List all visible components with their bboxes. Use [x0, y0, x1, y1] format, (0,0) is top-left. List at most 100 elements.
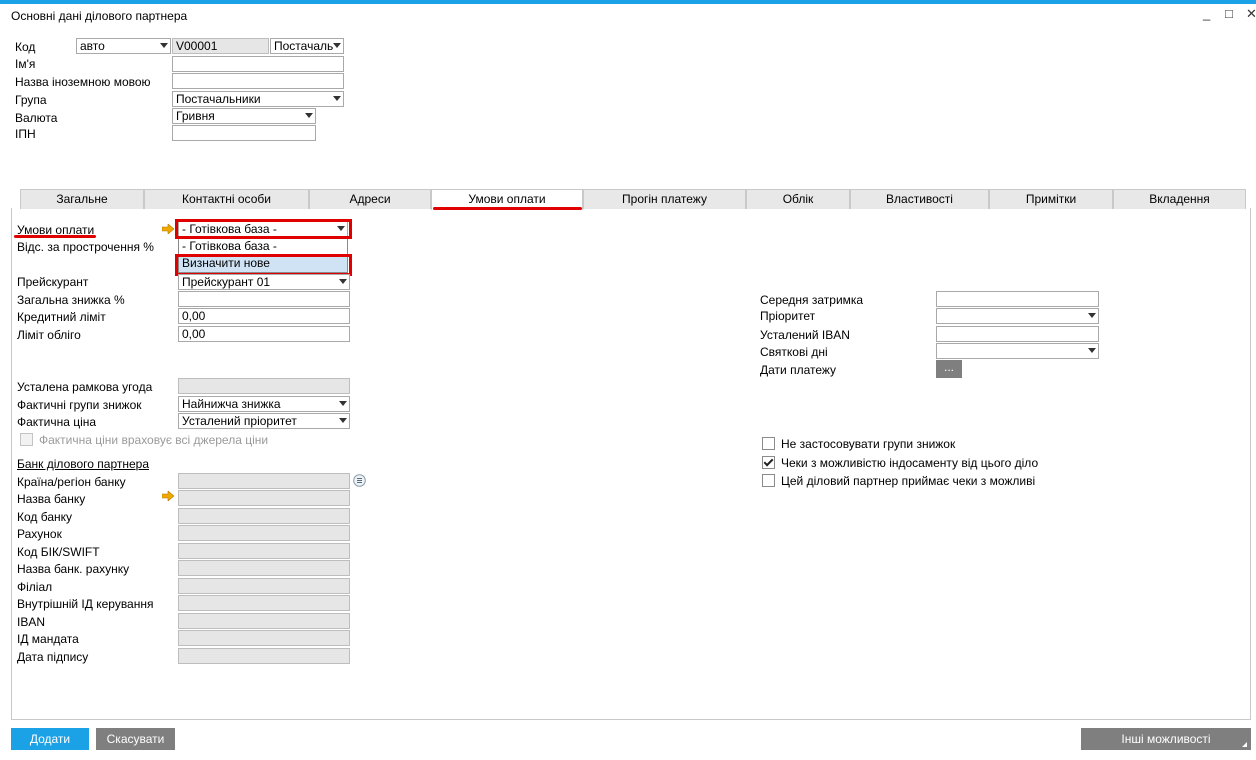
chevron-down-icon: [333, 43, 341, 48]
priority-select[interactable]: [936, 308, 1099, 324]
group-select[interactable]: Постачальники: [172, 91, 344, 107]
swift-field[interactable]: [178, 543, 350, 559]
tax-id-label: ІПН: [15, 127, 36, 141]
avg-delay-label: Середня затримка: [760, 293, 864, 307]
code-type-value: Постачаль: [274, 39, 334, 53]
tab-general[interactable]: Загальне: [20, 189, 144, 209]
price-list-label: Прейскурант: [17, 275, 89, 289]
priority-label: Пріоритет: [760, 309, 816, 323]
effective-price-value: Усталений пріоритет: [182, 414, 297, 428]
currency-select[interactable]: Гривня: [172, 108, 316, 124]
price-sources-label: Фактична ціни враховує всі джерела ціни: [39, 433, 269, 447]
chevron-down-icon: [1088, 313, 1096, 318]
tab-payment-run[interactable]: Прогін платежу: [583, 189, 746, 209]
corner-triangle-icon: [1242, 742, 1247, 747]
branch-field[interactable]: [178, 578, 350, 594]
credit-limit-label: Кредитний ліміт: [17, 310, 106, 324]
price-list-select[interactable]: Прейскурант 01: [178, 274, 350, 290]
chevron-down-icon: [339, 418, 347, 423]
dropdown-option-cash[interactable]: - Готівкова база -: [179, 238, 347, 255]
signature-date-field[interactable]: [178, 648, 350, 664]
tab-contact-persons[interactable]: Контактні особи: [144, 189, 309, 209]
effective-price-label: Фактична ціна: [17, 415, 97, 429]
bank-code-label: Код банку: [17, 510, 73, 524]
iban-field[interactable]: [178, 613, 350, 629]
holidays-label: Святкові дні: [760, 345, 828, 359]
default-iban-field[interactable]: [936, 326, 1099, 342]
accepts-checks-checkbox[interactable]: [762, 474, 775, 487]
name-label: Ім'я: [15, 57, 36, 71]
tax-id-field[interactable]: [172, 125, 316, 141]
chevron-down-icon: [339, 401, 347, 406]
total-discount-field[interactable]: [178, 291, 350, 307]
bank-name-label: Назва банку: [17, 492, 86, 506]
effective-price-select[interactable]: Усталений пріоритет: [178, 413, 350, 429]
chevron-down-icon: [339, 279, 347, 284]
accepts-checks-label: Цей діловий партнер приймає чеки з можли…: [781, 474, 1036, 488]
price-list-value: Прейскурант 01: [182, 275, 271, 289]
discount-groups-select[interactable]: Найнижча знижка: [178, 396, 350, 412]
foreign-name-field[interactable]: [172, 73, 344, 89]
code-type-select[interactable]: Постачаль: [270, 38, 344, 54]
account-name-field[interactable]: [178, 560, 350, 576]
signature-date-label: Дата підпису: [17, 650, 89, 664]
tab-remarks[interactable]: Примітки: [989, 189, 1113, 209]
link-arrow-icon[interactable]: [162, 224, 174, 234]
account-name-label: Назва банк. рахунку: [17, 562, 130, 576]
more-options-button[interactable]: Інші можливості: [1081, 728, 1251, 750]
bank-country-label: Країна/регіон банку: [17, 475, 126, 489]
code-label: Код: [15, 40, 36, 54]
credit-limit-field[interactable]: 0,00: [178, 308, 350, 324]
account-field[interactable]: [178, 525, 350, 541]
avg-delay-field[interactable]: [936, 291, 1099, 307]
checkmark-icon: [763, 456, 774, 467]
no-discount-groups-checkbox[interactable]: [762, 437, 775, 450]
name-field[interactable]: [172, 56, 344, 72]
group-value: Постачальники: [176, 92, 261, 106]
bank-section-title: Банк ділового партнера: [17, 457, 149, 471]
no-discount-groups-label: Не застосовувати групи знижок: [781, 437, 956, 451]
interest-label: Відс. за прострочення %: [17, 240, 154, 254]
highlight-box-select: [175, 219, 352, 239]
link-arrow-icon[interactable]: [162, 491, 174, 501]
discount-groups-label: Фактичні групи знижок: [17, 398, 142, 412]
window-accent-bar: [0, 0, 1256, 4]
list-picker-icon[interactable]: [353, 474, 366, 487]
total-discount-label: Загальна знижка %: [17, 293, 125, 307]
tab-accounting[interactable]: Облік: [746, 189, 850, 209]
control-id-field[interactable]: [178, 595, 350, 611]
bank-code-field[interactable]: [178, 508, 350, 524]
tab-bar: Загальне Контактні особи Адреси Умови оп…: [20, 189, 1246, 210]
chevron-down-icon: [160, 43, 168, 48]
label-highlight-underline: [14, 235, 96, 238]
tab-properties[interactable]: Властивості: [850, 189, 989, 209]
group-label: Група: [15, 93, 47, 107]
commitment-limit-field[interactable]: 0,00: [178, 326, 350, 342]
bank-country-field[interactable]: [178, 473, 350, 489]
tab-attachments[interactable]: Вкладення: [1113, 189, 1246, 209]
minimize-icon[interactable]: _: [1203, 6, 1210, 21]
iban-label: IBAN: [17, 615, 46, 629]
discount-groups-value: Найнижча знижка: [182, 397, 281, 411]
framework-field[interactable]: [178, 378, 350, 394]
maximize-icon[interactable]: □: [1225, 6, 1233, 21]
chevron-down-icon: [1088, 348, 1096, 353]
tab-addresses[interactable]: Адреси: [309, 189, 431, 209]
bank-name-field[interactable]: [178, 490, 350, 506]
close-icon[interactable]: ✕: [1246, 6, 1256, 22]
payment-dates-button[interactable]: ...: [936, 360, 962, 378]
mandate-id-label: ІД мандата: [17, 632, 79, 646]
currency-label: Валюта: [15, 111, 58, 125]
default-iban-label: Усталений IBAN: [760, 328, 850, 342]
price-sources-checkbox[interactable]: [20, 433, 33, 446]
holidays-select[interactable]: [936, 343, 1099, 359]
cancel-button[interactable]: Скасувати: [96, 728, 175, 750]
endorsable-checks-checkbox[interactable]: [762, 456, 775, 469]
more-options-label: Інші можливості: [1121, 732, 1211, 746]
control-id-label: Внутрішній ІД керування: [17, 597, 154, 611]
mandate-id-field[interactable]: [178, 630, 350, 646]
add-button[interactable]: Додати: [11, 728, 89, 750]
payment-dates-label: Дати платежу: [760, 363, 837, 377]
code-series-select[interactable]: авто: [76, 38, 171, 54]
code-field[interactable]: V00001: [172, 38, 269, 54]
